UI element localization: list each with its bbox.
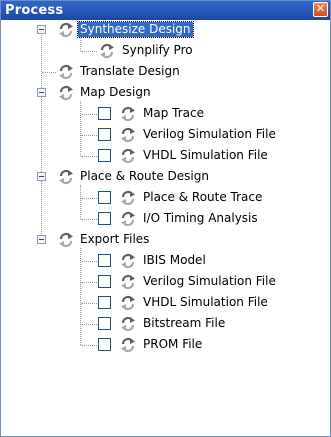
process-arrows-icon [121, 253, 135, 269]
tree-connector-horizontal [81, 219, 97, 220]
tree-item-subprocess[interactable]: Map Trace [1, 104, 330, 125]
tree-item-process[interactable]: Export Files [1, 230, 330, 251]
tree-item-process[interactable]: Synthesize Design [1, 20, 330, 41]
tree-connector-horizontal [81, 135, 97, 136]
process-arrows-icon [59, 22, 73, 38]
tree-item-subprocess[interactable]: Synplify Pro [1, 41, 330, 62]
process-arrows-icon [121, 106, 135, 122]
process-checkbox[interactable] [98, 191, 111, 204]
tree-item-subprocess[interactable]: Verilog Simulation File [1, 125, 330, 146]
process-arrows-icon [59, 169, 73, 185]
tree-item-label[interactable]: Synplify Pro [120, 43, 195, 58]
process-arrows-icon [121, 211, 135, 227]
tree-item-process[interactable]: Translate Design [1, 62, 330, 83]
tree-connector-horizontal [81, 198, 97, 199]
tree-item-subprocess[interactable]: VHDL Simulation File [1, 146, 330, 167]
tree-item-label[interactable]: Map Trace [141, 106, 206, 121]
process-tree: Synthesize Design Synplify Pro Translate D… [1, 20, 330, 436]
process-checkbox[interactable] [98, 107, 111, 120]
process-checkbox[interactable] [98, 212, 111, 225]
tree-item-subprocess[interactable]: Place & Route Trace [1, 188, 330, 209]
tree-item-subprocess[interactable]: I/O Timing Analysis [1, 209, 330, 230]
tree-item-label[interactable]: Synthesize Design [77, 21, 194, 38]
tree-item-subprocess[interactable]: VHDL Simulation File [1, 293, 330, 314]
process-checkbox[interactable] [98, 254, 111, 267]
process-arrows-icon [121, 190, 135, 206]
tree-item-label[interactable]: Export Files [78, 232, 151, 247]
close-icon: ✕ [315, 2, 326, 15]
tree-connector-horizontal [81, 261, 97, 262]
panel-title: Process [5, 3, 64, 18]
tree-item-label[interactable]: Map Design [78, 85, 153, 100]
process-arrows-icon [59, 64, 73, 80]
collapse-icon[interactable] [37, 25, 46, 34]
process-arrows-icon [121, 337, 135, 353]
collapse-icon[interactable] [37, 235, 46, 244]
tree-item-subprocess[interactable]: IBIS Model [1, 251, 330, 272]
tree-item-label[interactable]: Place & Route Trace [141, 190, 264, 205]
process-panel: Process ✕ Synthesize Design Synplify Pro T… [0, 0, 331, 437]
tree-item-label[interactable]: Bitstream File [141, 316, 227, 331]
process-arrows-icon [121, 274, 135, 290]
tree-item-subprocess[interactable]: Bitstream File [1, 314, 330, 335]
tree-connector-horizontal [81, 282, 97, 283]
tree-item-process[interactable]: Map Design [1, 83, 330, 104]
panel-titlebar: Process ✕ [1, 1, 330, 20]
tree-item-label[interactable]: PROM File [141, 337, 204, 352]
collapse-icon[interactable] [37, 88, 46, 97]
close-button[interactable]: ✕ [313, 2, 328, 17]
process-arrows-icon [121, 148, 135, 164]
tree-connector-horizontal [81, 324, 97, 325]
process-checkbox[interactable] [98, 128, 111, 141]
process-checkbox[interactable] [98, 149, 111, 162]
tree-item-process[interactable]: Place & Route Design [1, 167, 330, 188]
process-checkbox[interactable] [98, 296, 111, 309]
tree-item-label[interactable]: VHDL Simulation File [141, 295, 270, 310]
process-arrows-icon [121, 127, 135, 143]
tree-connector-horizontal [42, 72, 56, 73]
process-checkbox[interactable] [98, 317, 111, 330]
tree-connector-horizontal [81, 51, 97, 52]
tree-connector-horizontal [81, 156, 97, 157]
process-arrows-icon [121, 295, 135, 311]
process-checkbox[interactable] [98, 275, 111, 288]
tree-connector-horizontal [81, 345, 97, 346]
tree-item-label[interactable]: Verilog Simulation File [141, 127, 278, 142]
collapse-icon[interactable] [37, 172, 46, 181]
process-checkbox[interactable] [98, 338, 111, 351]
tree-item-label[interactable]: Place & Route Design [78, 169, 211, 184]
process-arrows-icon [59, 85, 73, 101]
tree-item-subprocess[interactable]: PROM File [1, 335, 330, 356]
tree-item-label[interactable]: I/O Timing Analysis [141, 211, 260, 226]
tree-item-label[interactable]: VHDL Simulation File [141, 148, 270, 163]
tree-connector-horizontal [81, 114, 97, 115]
tree-item-label[interactable]: Translate Design [78, 64, 182, 79]
tree-item-subprocess[interactable]: Verilog Simulation File [1, 272, 330, 293]
tree-connector-horizontal [81, 303, 97, 304]
tree-item-label[interactable]: Verilog Simulation File [141, 274, 278, 289]
process-arrows-icon [100, 43, 114, 59]
tree-item-label[interactable]: IBIS Model [141, 253, 208, 268]
process-arrows-icon [121, 316, 135, 332]
process-arrows-icon [59, 232, 73, 248]
